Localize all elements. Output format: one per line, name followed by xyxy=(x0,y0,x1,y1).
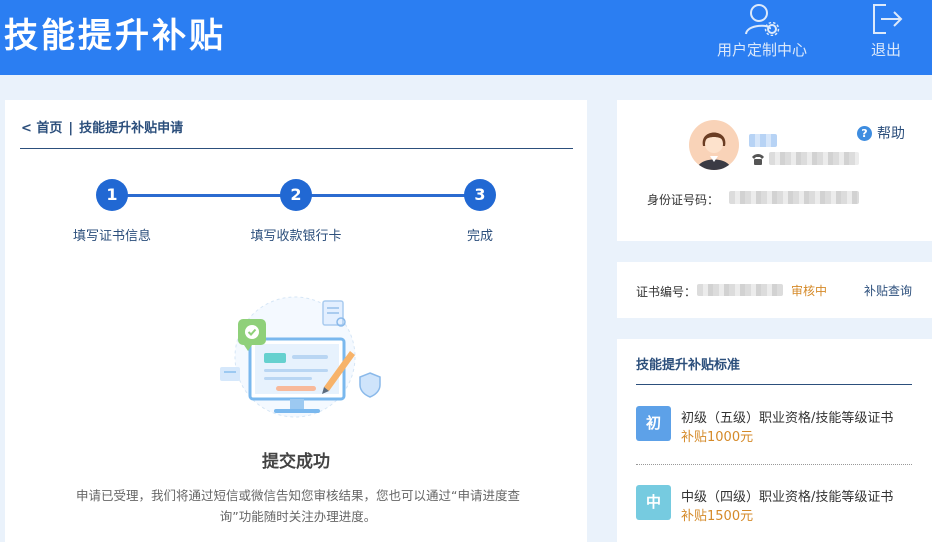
breadcrumb-separator: | xyxy=(68,121,74,136)
masked-phone xyxy=(769,152,859,165)
certificate-card: 证书编号： 审核中 补贴查询 xyxy=(617,262,932,318)
avatar xyxy=(689,120,739,170)
level-badge-junior: 初 xyxy=(636,406,671,441)
breadcrumb: < 首页 | 技能提升补贴申请 xyxy=(21,117,183,136)
masked-name xyxy=(749,134,777,147)
user-settings-icon xyxy=(745,4,780,36)
user-info-card: ? 帮助 身份证号码： xyxy=(617,100,932,241)
step-1-label: 填写证书信息 xyxy=(72,229,151,244)
step-connector-2 xyxy=(310,194,466,197)
top-header: 技能提升补贴 用户定制中心 退出 xyxy=(0,0,932,75)
standards-title: 技能提升补贴标准 xyxy=(636,358,741,373)
step-2-label: 填写收款银行卡 xyxy=(250,229,342,244)
standards-divider xyxy=(636,384,912,385)
success-description: 申请已受理，我们将通过短信或微信告知您审核结果，您也可以通过“申请进度查询”功能… xyxy=(76,488,520,524)
subsidy-standards-card: 技能提升补贴标准 初 初级（五级）职业资格/技能等级证书 补贴1000元 中 中… xyxy=(617,339,932,542)
standard-name-junior: 初级（五级）职业资格/技能等级证书 xyxy=(681,411,894,426)
step-connector-1 xyxy=(126,194,282,197)
help-label: 帮助 xyxy=(877,126,905,142)
standard-name-intermediate: 中级（四级）职业资格/技能等级证书 xyxy=(681,490,894,505)
success-illustration xyxy=(220,296,381,418)
masked-certificate-number xyxy=(697,284,783,296)
avatar-user-icon xyxy=(697,132,731,170)
standard-amount-junior: 补贴1000元 xyxy=(681,430,754,445)
logout-label: 退出 xyxy=(870,41,901,59)
user-center-button[interactable]: 用户定制中心 xyxy=(710,0,814,75)
logout-icon xyxy=(873,4,903,34)
certificate-status-badge: 审核中 xyxy=(791,284,828,298)
step-1-circle: 1 xyxy=(96,179,128,211)
application-panel: < 首页 | 技能提升补贴申请 1 2 3 填写证书信息 填写收款银行卡 完成 xyxy=(5,100,587,542)
standards-row-divider xyxy=(636,464,912,465)
id-number-label: 身份证号码： xyxy=(647,193,720,207)
help-link[interactable]: ? 帮助 xyxy=(857,123,905,143)
app-title: 技能提升补贴 xyxy=(4,16,226,56)
user-center-label: 用户定制中心 xyxy=(716,41,807,59)
phone-icon xyxy=(752,154,764,165)
success-title: 提交成功 xyxy=(262,452,330,472)
level-badge-intermediate: 中 xyxy=(636,485,671,520)
step-3-circle: 3 xyxy=(464,179,496,211)
step-2-circle: 2 xyxy=(280,179,312,211)
breadcrumb-current: 技能提升补贴申请 xyxy=(79,121,184,136)
certificate-number-label: 证书编号： xyxy=(636,285,697,299)
subsidy-query-link[interactable]: 补贴查询 xyxy=(864,282,912,299)
step-3-label: 完成 xyxy=(466,229,493,244)
masked-id-number xyxy=(729,191,859,204)
help-icon: ? xyxy=(857,126,872,141)
breadcrumb-home[interactable]: < 首页 xyxy=(21,121,62,136)
logout-button[interactable]: 退出 xyxy=(860,0,912,75)
breadcrumb-divider xyxy=(20,148,573,149)
standard-amount-intermediate: 补贴1500元 xyxy=(681,509,754,524)
